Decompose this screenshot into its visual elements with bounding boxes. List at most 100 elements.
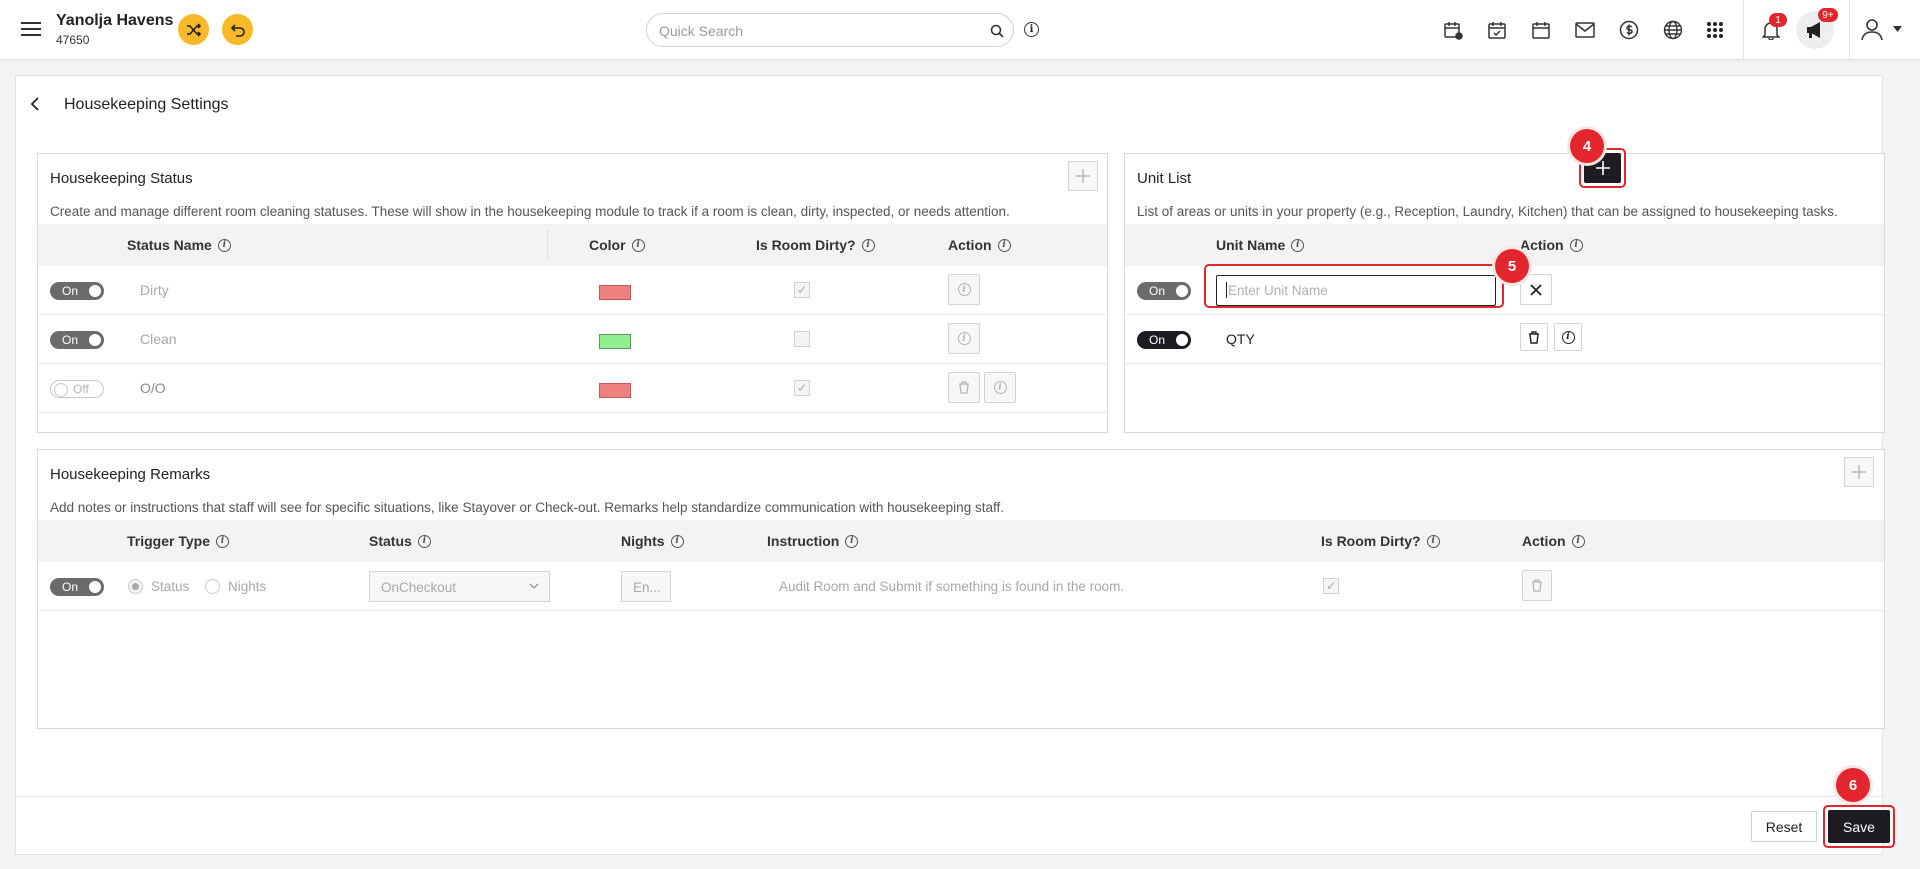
remark-toggle[interactable]: On	[50, 578, 104, 596]
search-placeholder: Quick Search	[659, 23, 744, 39]
info-icon[interactable]: i	[1571, 534, 1585, 548]
info-button[interactable]: i	[984, 372, 1016, 403]
settings-page: Housekeeping Settings Housekeeping Statu…	[15, 75, 1895, 855]
property-name: Yanolja Havens	[56, 12, 174, 29]
dirty-checkbox[interactable]	[794, 331, 810, 347]
table-row: On QTY i	[1125, 315, 1884, 364]
add-status-button[interactable]	[1068, 161, 1098, 191]
unit-name: QTY	[1226, 331, 1255, 347]
dollar-icon[interactable]	[1617, 18, 1641, 42]
info-icon: i	[957, 332, 971, 345]
dirty-checkbox[interactable]: ✓	[1323, 578, 1339, 594]
status-name: Clean	[140, 331, 177, 347]
col-is-room-dirty: Is Room Dirty?	[756, 237, 856, 253]
col-status: Status	[369, 533, 412, 549]
status-card-description: Create and manage different room cleanin…	[50, 204, 1010, 219]
info-icon[interactable]: i	[631, 238, 645, 252]
radio-nights-label: Nights	[228, 579, 267, 594]
col-status-name: Status Name	[127, 237, 212, 253]
status-name: O/O	[140, 380, 166, 396]
delete-button[interactable]	[1522, 570, 1552, 601]
trash-icon	[1532, 579, 1542, 592]
status-toggle[interactable]: On	[50, 282, 104, 300]
status-toggle[interactable]: On	[50, 331, 104, 349]
reset-button[interactable]: Reset	[1751, 811, 1817, 842]
col-trigger-type: Trigger Type	[127, 533, 210, 549]
plus-icon	[1595, 161, 1610, 175]
search-input[interactable]: Quick Search	[646, 13, 1014, 47]
notification-badge: 1	[1769, 13, 1787, 27]
chevron-down-icon	[529, 583, 539, 589]
step-badge-5: 5	[1495, 249, 1529, 283]
info-icon[interactable]: i	[861, 238, 875, 252]
info-icon: i	[1561, 330, 1575, 344]
calendar-icon[interactable]	[1529, 18, 1553, 42]
globe-icon[interactable]	[1661, 18, 1685, 42]
megaphone-icon	[1807, 22, 1820, 38]
info-icon[interactable]: i	[1569, 238, 1583, 252]
mail-icon[interactable]	[1573, 18, 1597, 42]
announcement-badge: 9+	[1818, 8, 1838, 22]
save-button[interactable]: Save	[1828, 810, 1890, 843]
info-icon[interactable]: i	[1291, 238, 1305, 252]
status-table-header: Status Name i Color i Is Room Dirty? i Acti…	[38, 224, 1107, 266]
hamburger-menu-icon[interactable]	[19, 17, 43, 41]
col-nights: Nights	[621, 533, 665, 549]
apps-grid-icon[interactable]	[1703, 18, 1727, 42]
color-swatch[interactable]	[599, 383, 631, 398]
info-button[interactable]: i	[1554, 323, 1582, 351]
table-row: On Status Nights OnCheckout En... Audit …	[38, 562, 1884, 611]
info-icon[interactable]: i	[997, 238, 1011, 252]
info-button[interactable]: i	[948, 274, 980, 305]
delete-button[interactable]	[948, 372, 980, 403]
instruction-text[interactable]: Audit Room and Submit if something is fo…	[779, 579, 1124, 594]
calendar-check-icon[interactable]	[1485, 18, 1509, 42]
radio-status-label: Status	[151, 579, 190, 594]
col-is-room-dirty: Is Room Dirty?	[1321, 533, 1421, 549]
shuffle-icon[interactable]	[178, 14, 209, 45]
info-icon[interactable]: i	[417, 534, 431, 548]
status-select[interactable]: OnCheckout	[369, 571, 550, 602]
unit-toggle[interactable]: On	[1137, 331, 1191, 349]
back-arrow-icon[interactable]	[30, 96, 40, 112]
info-icon[interactable]: i	[845, 534, 859, 548]
info-icon[interactable]: i	[215, 534, 229, 548]
color-swatch[interactable]	[599, 334, 631, 349]
search-info-icon[interactable]: i	[1024, 22, 1039, 37]
info-icon: i	[993, 381, 1007, 394]
col-unit-name: Unit Name	[1216, 237, 1286, 253]
status-select-value: OnCheckout	[381, 580, 457, 595]
remarks-table-header: Trigger Type i Status i Nights i Instructio…	[38, 520, 1884, 562]
unit-card-title: Unit List	[1137, 170, 1192, 187]
chevron-down-icon[interactable]	[1893, 26, 1902, 32]
status-card-title: Housekeeping Status	[50, 170, 193, 187]
undo-icon[interactable]	[222, 14, 253, 45]
status-radio[interactable]	[128, 579, 143, 594]
highlight-unit-input	[1204, 264, 1504, 308]
calendar-add-icon[interactable]	[1441, 18, 1465, 42]
dirty-checkbox[interactable]: ✓	[794, 282, 810, 298]
info-icon[interactable]: i	[1426, 534, 1440, 548]
delete-button[interactable]	[1520, 323, 1548, 351]
table-row: Off O/O ✓ i	[38, 364, 1107, 413]
col-color: Color	[589, 237, 626, 253]
user-avatar-icon[interactable]	[1859, 16, 1885, 42]
table-row: On Dirty ✓ i	[38, 266, 1107, 315]
unit-card-description: List of areas or units in your property …	[1137, 204, 1838, 219]
step-badge-6: 6	[1836, 768, 1870, 802]
nights-placeholder: En...	[633, 580, 661, 595]
status-toggle[interactable]: Off	[50, 380, 104, 398]
unit-toggle[interactable]: On	[1137, 282, 1191, 300]
info-icon[interactable]: i	[217, 238, 231, 252]
add-remark-button[interactable]	[1844, 457, 1874, 487]
dirty-checkbox[interactable]: ✓	[794, 380, 810, 396]
search-icon[interactable]	[990, 24, 1004, 38]
nights-input[interactable]: En...	[621, 571, 671, 602]
info-button[interactable]: i	[948, 323, 980, 354]
housekeeping-remarks-card: Housekeeping Remarks Add notes or instru…	[37, 449, 1885, 729]
color-swatch[interactable]	[599, 285, 631, 300]
col-action: Action	[1520, 237, 1564, 253]
cancel-button[interactable]	[1520, 274, 1552, 305]
info-icon[interactable]: i	[670, 534, 684, 548]
nights-radio[interactable]	[205, 579, 220, 594]
